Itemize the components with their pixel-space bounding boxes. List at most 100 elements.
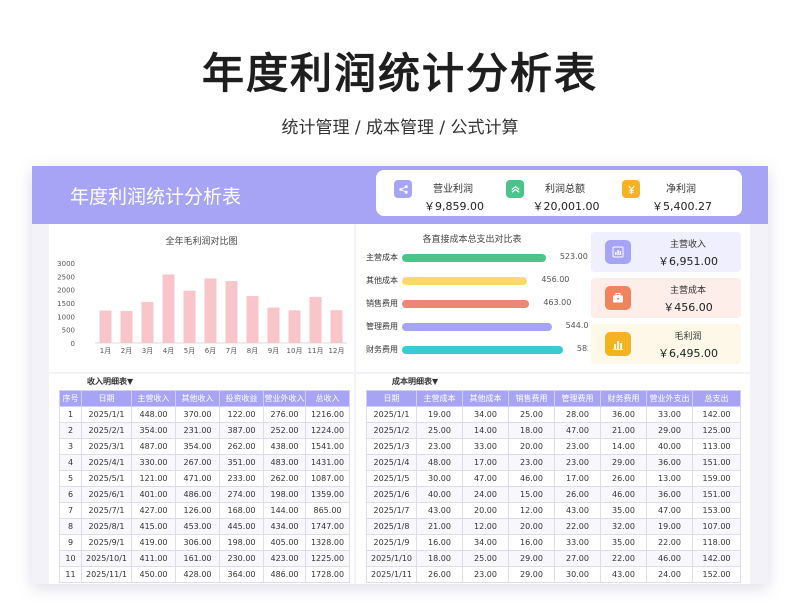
table-cell[interactable]: 233.00 — [219, 470, 264, 487]
table-cell[interactable]: 19.00 — [416, 406, 463, 423]
table-cell[interactable]: 144.00 — [263, 502, 306, 519]
table-cell[interactable]: 5 — [59, 470, 82, 487]
table-cell[interactable]: 43.00 — [416, 502, 463, 519]
table-cell[interactable]: 423.00 — [263, 550, 306, 567]
table-cell[interactable]: 276.00 — [263, 406, 306, 423]
table-cell[interactable]: 2025/10/1 — [81, 550, 132, 567]
table-cell[interactable]: 107.00 — [692, 518, 741, 535]
table-cell[interactable]: 2025/1/9 — [366, 534, 417, 551]
table-cell[interactable]: 1328.00 — [305, 534, 350, 551]
table-cell[interactable]: 126.00 — [175, 502, 220, 519]
table-row[interactable]: 4 2025/4/1 330.00 267.00 351.00 483.00 1431.00 — [59, 454, 350, 471]
table-cell[interactable]: 12.00 — [462, 518, 509, 535]
table-cell[interactable]: 354.00 — [175, 438, 220, 455]
table-cell[interactable]: 434.00 — [263, 518, 306, 535]
table-cell[interactable]: 1728.00 — [305, 566, 350, 583]
table-cell[interactable]: 15.00 — [508, 486, 555, 503]
table-row[interactable]: 1 2025/1/1 448.00 370.00 122.00 276.00 1216.00 — [59, 406, 350, 423]
table-cell[interactable]: 46.00 — [646, 550, 693, 567]
income-table-title[interactable]: 收入明细表▼ — [87, 376, 133, 387]
table-cell[interactable]: 12.00 — [508, 502, 555, 519]
column-header[interactable]: 总收入 — [305, 390, 350, 407]
column-header[interactable]: 营业外收入 — [263, 390, 306, 407]
table-row[interactable]: 2025/1/3 23.00 33.00 20.00 23.00 14.00 40.00 11… — [366, 438, 741, 455]
table-cell[interactable]: 2025/7/1 — [81, 502, 132, 519]
table-cell[interactable]: 142.00 — [692, 550, 741, 567]
column-header[interactable]: 主营收入 — [131, 390, 176, 407]
table-cell[interactable]: 486.00 — [175, 486, 220, 503]
table-cell[interactable]: 4 — [59, 454, 82, 471]
table-cell[interactable]: 113.00 — [692, 438, 741, 455]
table-cell[interactable]: 118.00 — [692, 534, 741, 551]
table-cell[interactable]: 14.00 — [600, 438, 647, 455]
table-cell[interactable]: 46.00 — [508, 470, 555, 487]
table-cell[interactable]: 1 — [59, 406, 82, 423]
table-cell[interactable]: 1747.00 — [305, 518, 350, 535]
table-cell[interactable]: 26.00 — [600, 470, 647, 487]
table-cell[interactable]: 387.00 — [219, 422, 264, 439]
table-row[interactable]: 2025/1/5 30.00 47.00 46.00 17.00 26.00 13.00 15… — [366, 470, 741, 487]
column-header[interactable]: 财务费用 — [600, 390, 647, 407]
table-cell[interactable]: 23.00 — [554, 438, 601, 455]
table-cell[interactable]: 30.00 — [554, 566, 601, 583]
table-cell[interactable]: 10 — [59, 550, 82, 567]
table-row[interactable]: 2025/1/7 43.00 20.00 12.00 43.00 35.00 47.00 15… — [366, 502, 741, 519]
table-cell[interactable]: 2025/1/8 — [366, 518, 417, 535]
table-cell[interactable]: 471.00 — [175, 470, 220, 487]
table-cell[interactable]: 20.00 — [462, 502, 509, 519]
table-row[interactable]: 7 2025/7/1 427.00 126.00 168.00 144.00 865.00 — [59, 502, 350, 519]
table-cell[interactable]: 1224.00 — [305, 422, 350, 439]
table-cell[interactable]: 198.00 — [219, 534, 264, 551]
table-cell[interactable]: 20.00 — [508, 518, 555, 535]
table-cell[interactable]: 3 — [59, 438, 82, 455]
table-cell[interactable]: 23.00 — [416, 438, 463, 455]
table-cell[interactable]: 34.00 — [462, 406, 509, 423]
table-cell[interactable]: 24.00 — [646, 566, 693, 583]
table-cell[interactable]: 306.00 — [175, 534, 220, 551]
table-cell[interactable]: 2025/1/2 — [366, 422, 417, 439]
column-header[interactable]: 其他成本 — [462, 390, 509, 407]
column-header[interactable]: 日期 — [366, 390, 417, 407]
table-cell[interactable]: 419.00 — [131, 534, 176, 551]
table-cell[interactable]: 25.00 — [416, 422, 463, 439]
column-header[interactable]: 序号 — [59, 390, 82, 407]
table-cell[interactable]: 168.00 — [219, 502, 264, 519]
table-row[interactable]: 2025/1/10 18.00 25.00 29.00 27.00 22.00 46.00 1… — [366, 550, 741, 567]
table-cell[interactable]: 450.00 — [131, 566, 176, 583]
table-cell[interactable]: 267.00 — [175, 454, 220, 471]
table-cell[interactable]: 33.00 — [554, 534, 601, 551]
table-cell[interactable]: 29.00 — [646, 422, 693, 439]
table-cell[interactable]: 865.00 — [305, 502, 350, 519]
table-cell[interactable]: 11 — [59, 566, 82, 583]
table-cell[interactable]: 453.00 — [175, 518, 220, 535]
table-cell[interactable]: 7 — [59, 502, 82, 519]
table-cell[interactable]: 198.00 — [263, 486, 306, 503]
table-cell[interactable]: 47.00 — [554, 422, 601, 439]
table-cell[interactable]: 483.00 — [263, 454, 306, 471]
table-cell[interactable]: 262.00 — [219, 438, 264, 455]
table-row[interactable]: 2025/1/4 48.00 17.00 23.00 23.00 29.00 36.00 15… — [366, 454, 741, 471]
cost-table-title[interactable]: 成本明细表▼ — [392, 376, 438, 387]
table-row[interactable]: 2025/1/11 26.00 23.00 29.00 30.00 43.00 24.00 1… — [366, 566, 741, 583]
table-cell[interactable]: 14.00 — [462, 422, 509, 439]
table-cell[interactable]: 34.00 — [462, 534, 509, 551]
table-cell[interactable]: 1431.00 — [305, 454, 350, 471]
table-cell[interactable]: 43.00 — [600, 566, 647, 583]
table-row[interactable]: 2025/1/1 19.00 34.00 25.00 28.00 36.00 33.00 14… — [366, 406, 741, 423]
table-cell[interactable]: 27.00 — [554, 550, 601, 567]
table-cell[interactable]: 35.00 — [600, 534, 647, 551]
table-cell[interactable]: 29.00 — [508, 550, 555, 567]
table-cell[interactable]: 427.00 — [131, 502, 176, 519]
table-cell[interactable]: 428.00 — [175, 566, 220, 583]
table-row[interactable]: 2025/1/6 40.00 24.00 15.00 26.00 46.00 36.00 15… — [366, 486, 741, 503]
table-cell[interactable]: 1216.00 — [305, 406, 350, 423]
table-cell[interactable]: 28.00 — [554, 406, 601, 423]
table-cell[interactable]: 351.00 — [219, 454, 264, 471]
table-cell[interactable]: 2025/1/5 — [366, 470, 417, 487]
table-cell[interactable]: 21.00 — [600, 422, 647, 439]
column-header[interactable]: 总支出 — [692, 390, 741, 407]
table-cell[interactable]: 122.00 — [219, 406, 264, 423]
table-cell[interactable]: 411.00 — [131, 550, 176, 567]
table-cell[interactable]: 18.00 — [416, 550, 463, 567]
table-cell[interactable]: 274.00 — [219, 486, 264, 503]
